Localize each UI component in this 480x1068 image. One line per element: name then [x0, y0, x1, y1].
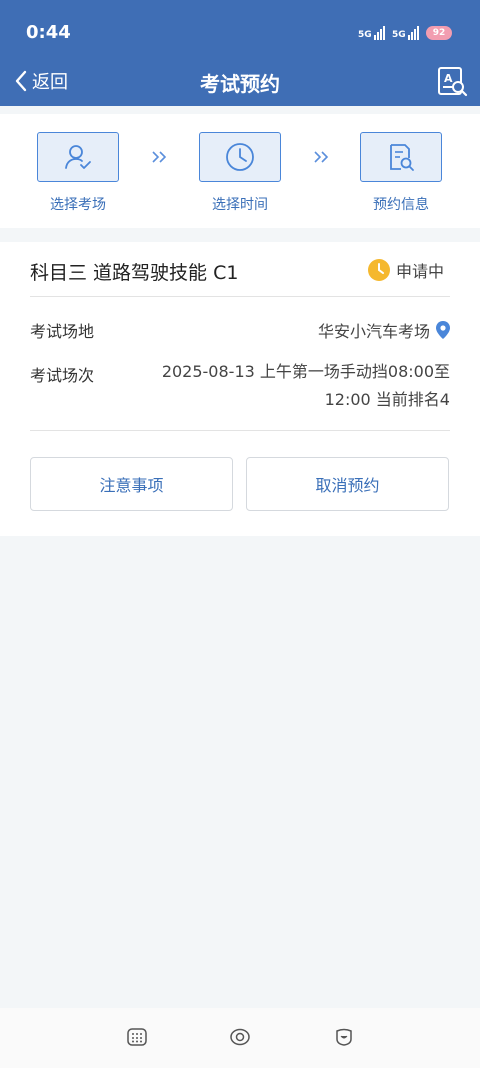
double-chevron-right-icon [150, 148, 168, 171]
status-bar: 0:44 5G 5G 92 [0, 0, 480, 56]
step-label: 选择时间 [212, 197, 268, 213]
step-progress: 选择考场 选择时间 预约信息 [0, 114, 480, 228]
status-text: 申请中 [396, 262, 445, 281]
session-label: 考试场次 [30, 366, 95, 385]
svg-text:A: A [444, 72, 453, 85]
notes-button[interactable]: 注意事项 [30, 457, 233, 511]
location-pin-icon[interactable] [436, 321, 450, 339]
booking-card: 科目三 道路驾驶技能 C1 申请中 考试场地 华安小汽车考场 考试场次 2025… [0, 242, 480, 536]
double-chevron-right-icon [312, 148, 330, 171]
back-label: 返回 [32, 72, 68, 93]
back-button[interactable]: 返回 [14, 68, 68, 94]
session-value: 2025-08-13 上午第一场手动挡08:00至12:00 当前排名4 [161, 362, 450, 409]
id-search-icon[interactable]: A [436, 65, 468, 101]
step-select-venue: 选择考场 [36, 132, 120, 214]
location-text: 华安小汽车考场 [317, 322, 430, 341]
step-select-time: 选择时间 [198, 132, 282, 214]
divider [30, 430, 450, 431]
location-label: 考试场地 [30, 322, 95, 341]
system-nav-bar [0, 1008, 480, 1068]
step-label: 选择考场 [50, 197, 106, 213]
battery-icon: 92 [426, 26, 452, 40]
step-label: 预约信息 [373, 197, 429, 213]
document-search-icon [390, 144, 414, 171]
home-icon[interactable] [230, 1028, 250, 1046]
clock-icon [226, 143, 254, 171]
signal-icon-2: 5G [392, 22, 419, 40]
cancel-booking-button[interactable]: 取消预约 [246, 457, 449, 511]
step-booking-info: 预约信息 [359, 132, 443, 214]
back-nav-icon[interactable] [335, 1028, 353, 1046]
divider [30, 296, 450, 297]
location-value: 华安小汽车考场 [318, 318, 450, 342]
exam-subject: 科目三 道路驾驶技能 C1 [30, 262, 239, 284]
status-time: 0:44 [26, 22, 71, 43]
clock-status-icon [368, 259, 390, 281]
chevron-left-icon [15, 70, 27, 92]
page-title: 考试预约 [200, 72, 280, 96]
user-check-icon [65, 145, 91, 169]
signal-icon: 5G [358, 22, 385, 40]
status-badge: 申请中 [368, 258, 444, 282]
keyboard-icon[interactable] [127, 1028, 147, 1046]
app-header: 返回 考试预约 A [0, 56, 480, 106]
